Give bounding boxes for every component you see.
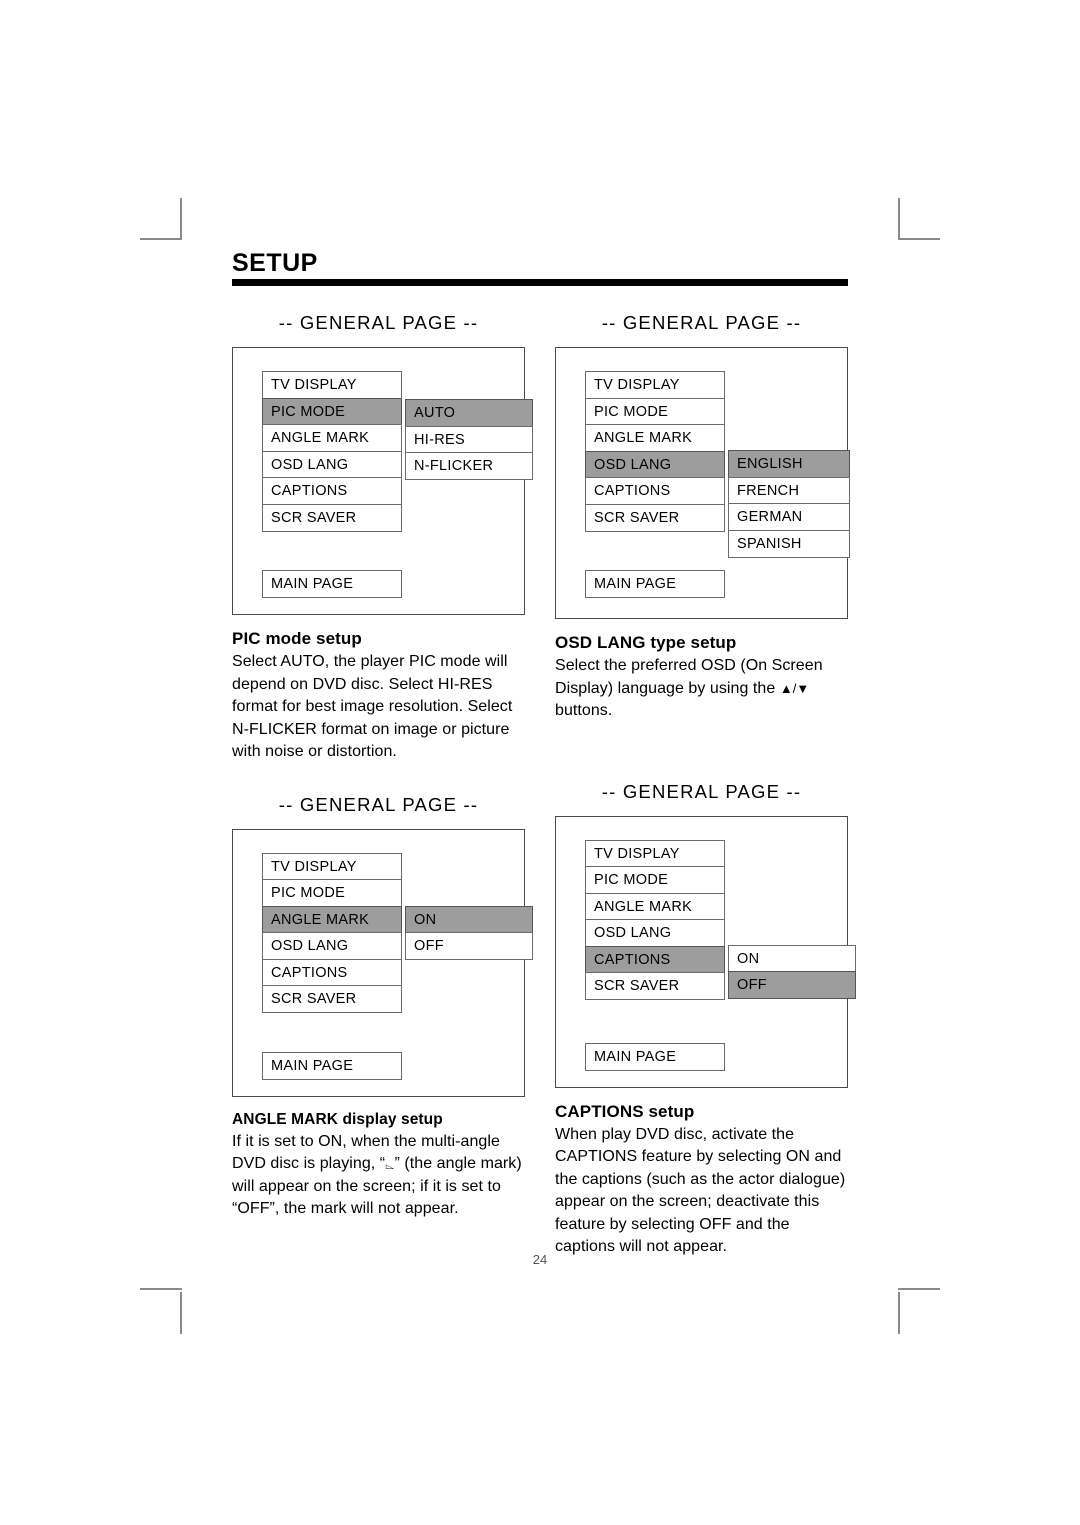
menu-item-tv-display[interactable]: TV DISPLAY [585,839,725,868]
osd-panel-osd-lang: TV DISPLAY PIC MODE ANGLE MARK OSD LANG … [555,347,850,620]
submenu-captions: ON OFF [728,944,856,1000]
content-columns: -- GENERAL PAGE -- TV DISPLAY PIC MODE A… [232,312,856,1259]
angle-mark-icon: ⌳ [385,1158,395,1173]
menu-item-osd-lang[interactable]: OSD LANG [585,450,725,479]
page-number: 24 [532,1252,548,1267]
menu-list-4: TV DISPLAY PIC MODE ANGLE MARK OSD LANG … [585,839,725,1001]
main-page-button-2[interactable]: MAIN PAGE [585,570,725,599]
menu-list-3: TV DISPLAY PIC MODE ANGLE MARK OSD LANG … [262,852,402,1014]
menu-list-1: TV DISPLAY PIC MODE ANGLE MARK OSD LANG … [262,371,402,532]
submenu-item-off[interactable]: OFF [405,932,533,961]
menu-item-scr-saver[interactable]: SCR SAVER [585,503,725,532]
menu-item-scr-saver[interactable]: SCR SAVER [262,985,402,1014]
menu-list-2: TV DISPLAY PIC MODE ANGLE MARK OSD LANG … [585,371,725,532]
right-column: -- GENERAL PAGE -- TV DISPLAY PIC MODE A… [555,312,856,1259]
submenu-item-n-flicker[interactable]: N-FLICKER [405,452,533,481]
menu-item-osd-lang[interactable]: OSD LANG [585,919,725,948]
general-page-header-2: -- GENERAL PAGE -- [601,312,802,334]
submenu-osd-lang: ENGLISH FRENCH GERMAN SPANISH [728,450,850,558]
section-body-angle-mark: If it is set to ON, when the multi-angle… [232,1131,525,1221]
menu-item-osd-lang[interactable]: OSD LANG [262,932,402,961]
submenu-item-on[interactable]: ON [728,944,856,973]
submenu-pic-mode: AUTO HI-RES N-FLICKER [405,399,533,481]
page-content: SETUP -- GENERAL PAGE -- TV DISPLAY PIC … [232,249,856,1267]
section-body-osd-lang: Select the preferred OSD (On Screen Disp… [555,655,848,723]
menu-item-tv-display[interactable]: TV DISPLAY [262,852,402,881]
osd-panel-pic-mode: TV DISPLAY PIC MODE ANGLE MARK OSD LANG … [232,347,533,616]
menu-item-tv-display[interactable]: TV DISPLAY [585,371,725,400]
menu-item-angle-mark[interactable]: ANGLE MARK [262,905,402,934]
section-title-captions: CAPTIONS setup [555,1101,695,1121]
osd-panel-angle-mark: TV DISPLAY PIC MODE ANGLE MARK OSD LANG … [232,828,533,1097]
page-title: SETUP [232,249,318,277]
section-title-osd-lang: OSD LANG type setup [555,633,737,653]
menu-item-pic-mode[interactable]: PIC MODE [585,866,725,895]
menu-item-scr-saver[interactable]: SCR SAVER [262,503,402,532]
up-down-arrow-icon: ▲/▼ [779,680,810,696]
menu-item-pic-mode[interactable]: PIC MODE [585,397,725,426]
general-page-header-4: -- GENERAL PAGE -- [601,780,802,802]
main-page-button-1[interactable]: MAIN PAGE [262,570,402,599]
submenu-item-french[interactable]: FRENCH [728,476,850,505]
section-body-pic-mode: Select AUTO, the player PIC mode will de… [232,653,513,761]
menu-item-pic-mode[interactable]: PIC MODE [262,397,402,426]
menu-item-angle-mark[interactable]: ANGLE MARK [585,424,725,453]
main-page-button-4[interactable]: MAIN PAGE [585,1042,725,1071]
section-title-angle-mark: ANGLE MARK display setup [232,1110,443,1128]
general-page-header-1: -- GENERAL PAGE -- [278,312,479,334]
osd-panel-captions: TV DISPLAY PIC MODE ANGLE MARK OSD LANG … [555,815,856,1088]
menu-item-tv-display[interactable]: TV DISPLAY [262,371,402,400]
title-rule [232,279,848,287]
menu-item-scr-saver[interactable]: SCR SAVER [585,972,725,1001]
menu-item-captions[interactable]: CAPTIONS [262,958,402,987]
submenu-item-auto[interactable]: AUTO [405,399,533,428]
general-page-header-3: -- GENERAL PAGE -- [278,793,479,815]
submenu-item-off[interactable]: OFF [728,971,856,1000]
menu-item-pic-mode[interactable]: PIC MODE [262,879,402,908]
menu-item-captions[interactable]: CAPTIONS [262,477,402,506]
menu-item-angle-mark[interactable]: ANGLE MARK [585,892,725,921]
menu-item-angle-mark[interactable]: ANGLE MARK [262,424,402,453]
submenu-item-german[interactable]: GERMAN [728,503,850,532]
submenu-item-spanish[interactable]: SPANISH [728,529,850,558]
menu-item-captions[interactable]: CAPTIONS [585,945,725,974]
left-column: -- GENERAL PAGE -- TV DISPLAY PIC MODE A… [232,312,533,1259]
main-page-button-3[interactable]: MAIN PAGE [262,1051,402,1080]
section-body-captions: When play DVD disc, activate the CAPTION… [555,1125,846,1256]
submenu-item-english[interactable]: ENGLISH [728,450,850,479]
menu-item-osd-lang[interactable]: OSD LANG [262,450,402,479]
osd-lang-text-after: buttons. [555,702,613,720]
section-title-pic-mode: PIC mode setup [232,629,362,649]
submenu-angle-mark: ON OFF [405,905,533,961]
menu-item-captions[interactable]: CAPTIONS [585,477,725,506]
submenu-item-on[interactable]: ON [405,905,533,934]
submenu-item-hi-res[interactable]: HI-RES [405,425,533,454]
